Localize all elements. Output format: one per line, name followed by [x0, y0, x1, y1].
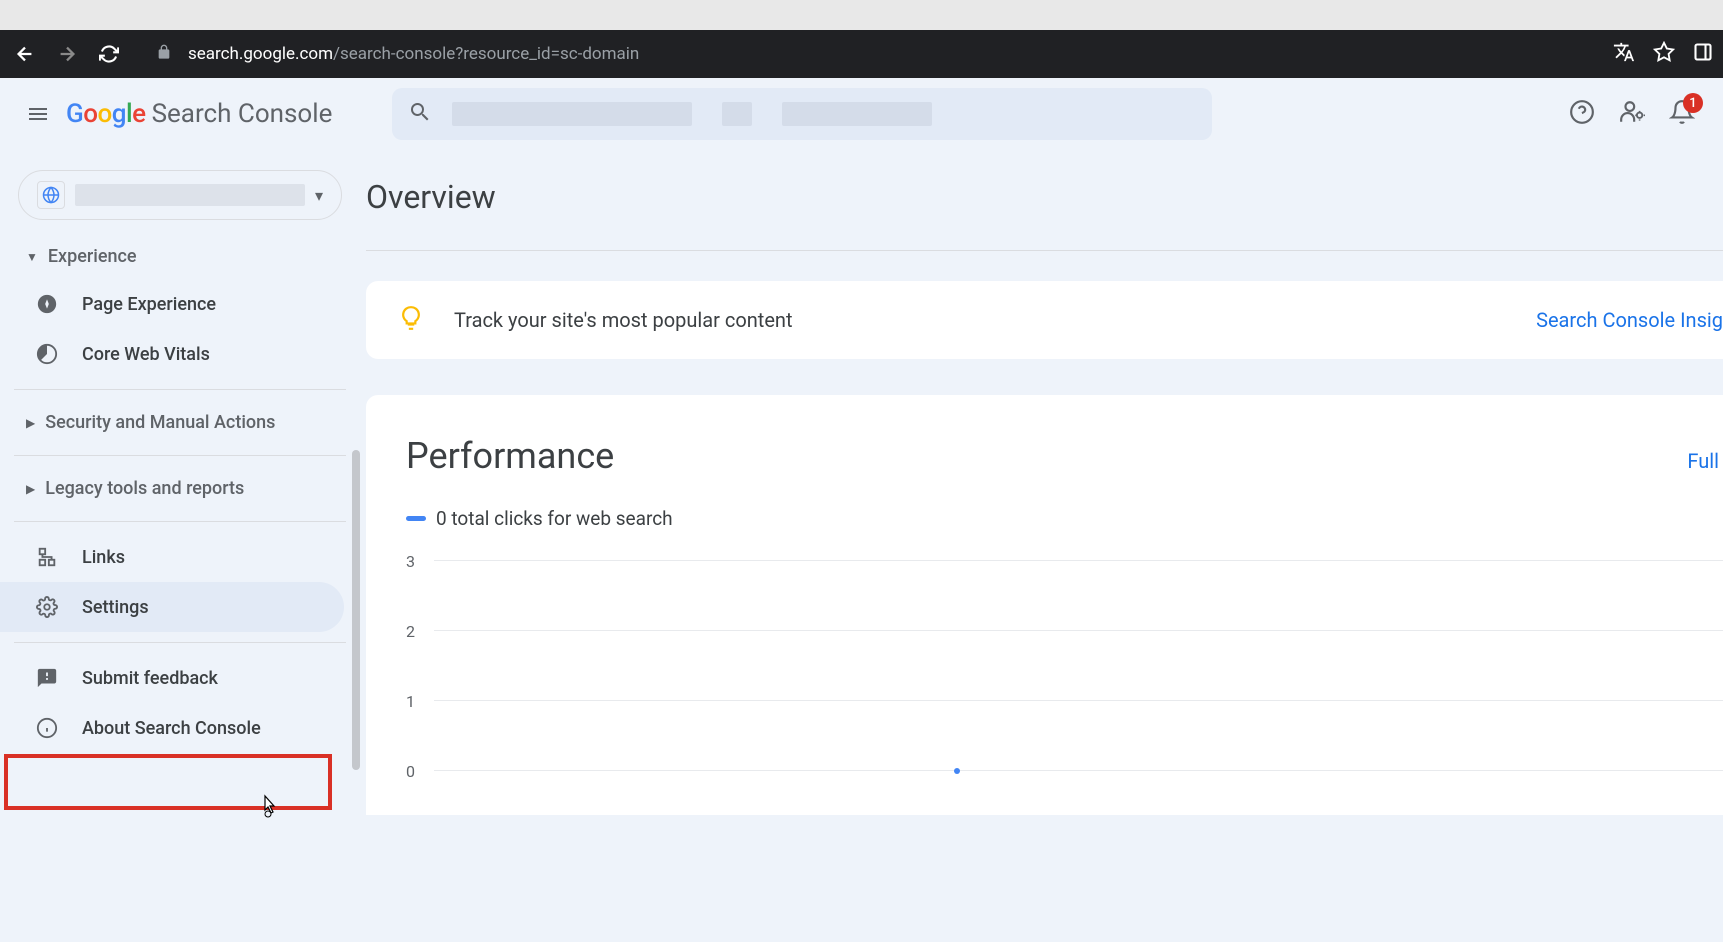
divider	[366, 250, 1723, 251]
search-icon	[408, 100, 432, 128]
main-content: Overview Track your site's most popular …	[360, 150, 1723, 942]
performance-card: Performance Full 0 total clicks for web …	[366, 395, 1723, 815]
speedometer-icon	[34, 341, 60, 367]
section-label: Security and Manual Actions	[45, 412, 275, 433]
item-label: Settings	[82, 597, 149, 618]
sidebar-item-page-experience[interactable]: Page Experience	[0, 279, 344, 329]
data-point	[954, 768, 960, 774]
section-label: Legacy tools and reports	[45, 478, 244, 499]
notification-badge: 1	[1683, 93, 1703, 113]
full-report-link[interactable]: Full	[1687, 449, 1723, 473]
chevron-down-icon: ▼	[26, 250, 38, 264]
legend-label: 0 total clicks for web search	[436, 507, 673, 530]
sidebar-item-settings[interactable]: Settings	[0, 582, 344, 632]
legend-marker	[406, 516, 426, 521]
globe-icon	[37, 181, 65, 209]
notifications-icon[interactable]: 1	[1669, 99, 1695, 129]
reload-button[interactable]	[94, 39, 124, 69]
item-label: Core Web Vitals	[82, 344, 210, 365]
circle-icon	[34, 291, 60, 317]
divider	[14, 389, 346, 390]
search-input[interactable]	[452, 99, 1196, 129]
sidebar-section-legacy[interactable]: ▶ Legacy tools and reports	[0, 466, 360, 511]
divider	[14, 455, 346, 456]
sidebar-item-core-web-vitals[interactable]: Core Web Vitals	[0, 329, 344, 379]
item-label: Page Experience	[82, 294, 216, 315]
logo-text: Search Console	[152, 99, 333, 129]
cursor-icon	[258, 794, 278, 818]
help-icon[interactable]	[1569, 99, 1595, 129]
sidebar-item-links[interactable]: Links	[0, 532, 344, 582]
address-bar[interactable]: search.google.com/search-console?resourc…	[188, 44, 639, 64]
links-icon	[34, 544, 60, 570]
performance-chart: 3 2 1 0	[406, 560, 1723, 800]
sidebar-item-feedback[interactable]: Submit feedback	[0, 653, 344, 703]
panel-icon[interactable]	[1693, 42, 1713, 66]
property-name	[75, 184, 305, 206]
url-host: search.google.com	[188, 44, 333, 64]
sidebar-section-experience[interactable]: ▼ Experience	[0, 234, 360, 279]
y-tick: 1	[406, 692, 415, 711]
sidebar: ▾ ▼ Experience Page Experience Core Web …	[0, 150, 360, 942]
insights-text: Track your site's most popular content	[454, 308, 1536, 332]
y-tick: 3	[406, 552, 415, 571]
logo[interactable]: Google Search Console	[66, 99, 332, 129]
browser-toolbar: search.google.com/search-console?resourc…	[0, 30, 1723, 78]
lock-icon	[156, 44, 172, 64]
divider	[14, 521, 346, 522]
url-path: /search-console?resource_id=sc-domain	[333, 44, 639, 64]
y-tick: 2	[406, 622, 415, 641]
sidebar-item-about[interactable]: About Search Console	[0, 703, 344, 753]
back-button[interactable]	[10, 39, 40, 69]
annotation-highlight	[4, 754, 332, 810]
info-icon	[34, 715, 60, 741]
star-icon[interactable]	[1653, 41, 1675, 67]
lightbulb-icon	[398, 305, 424, 335]
section-label: Experience	[48, 246, 137, 267]
users-icon[interactable]	[1619, 99, 1645, 129]
chart-legend: 0 total clicks for web search	[406, 507, 1723, 530]
chevron-right-icon: ▶	[26, 416, 35, 430]
property-selector[interactable]: ▾	[18, 170, 342, 220]
item-label: Submit feedback	[82, 668, 218, 689]
page-title: Overview	[366, 178, 1723, 216]
menu-button[interactable]	[18, 94, 58, 134]
divider	[14, 642, 346, 643]
insights-link[interactable]: Search Console Insig	[1536, 308, 1723, 332]
performance-title: Performance	[406, 435, 614, 477]
translate-icon[interactable]	[1613, 41, 1635, 67]
item-label: About Search Console	[82, 718, 261, 739]
chevron-right-icon: ▶	[26, 482, 35, 496]
gear-icon	[34, 594, 60, 620]
forward-button[interactable]	[52, 39, 82, 69]
y-tick: 0	[406, 762, 415, 781]
app-header: Google Search Console 1	[0, 78, 1723, 150]
google-logo: Google	[66, 99, 146, 129]
sidebar-section-security[interactable]: ▶ Security and Manual Actions	[0, 400, 360, 445]
scrollbar[interactable]	[352, 450, 360, 770]
chevron-down-icon: ▾	[315, 186, 323, 205]
insights-card: Track your site's most popular content S…	[366, 281, 1723, 359]
url-inspect-bar[interactable]	[392, 88, 1212, 140]
item-label: Links	[82, 547, 125, 568]
feedback-icon	[34, 665, 60, 691]
